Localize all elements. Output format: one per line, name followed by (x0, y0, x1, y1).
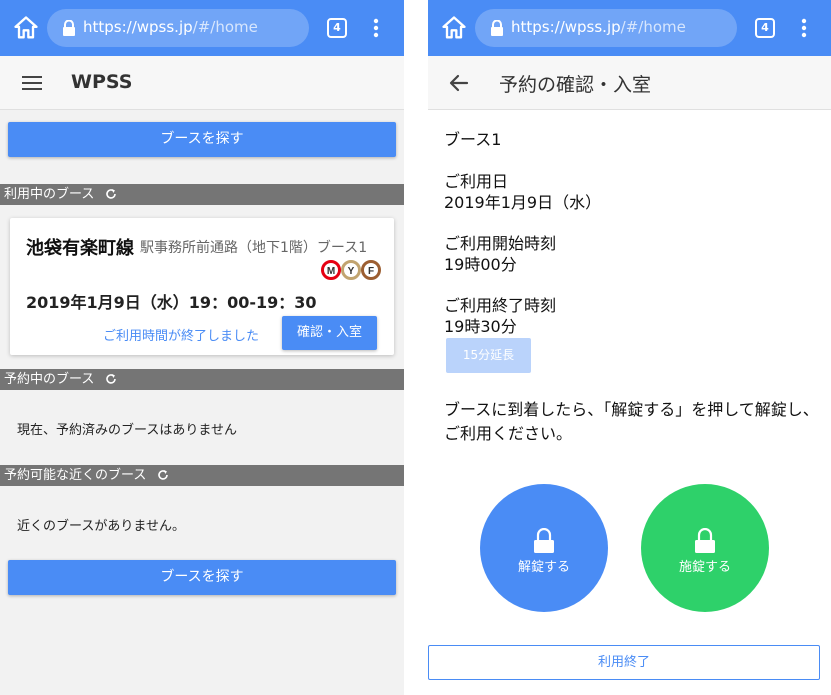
line-badge-m: M (327, 266, 335, 277)
lock-icon (63, 20, 75, 36)
refresh-icon[interactable] (105, 188, 117, 200)
nearby-empty-message: 近くのブースがありません。 (17, 519, 185, 534)
home-screen: https://wpss.jp/#/home 4 WPSS ブースを探す 利用中… (0, 0, 404, 695)
extend-15min-button[interactable]: 15分延長 (446, 338, 531, 373)
lock-icon (491, 20, 503, 36)
usage-ended-link[interactable]: ご利用時間が終了しました (103, 325, 259, 344)
detail-header: 予約の確認・入室 (428, 56, 831, 110)
line-name: 池袋有楽町線 (26, 238, 134, 259)
section-nearby: 予約可能な近くのブース (0, 465, 404, 486)
app-title: WPSS (71, 71, 133, 93)
section-reserved: 予約中のブース (0, 369, 404, 390)
hamburger-menu-icon[interactable] (22, 75, 42, 91)
refresh-icon[interactable] (157, 469, 169, 481)
booking-card: 池袋有楽町線 駅事務所前通路（地下1階）ブース1 M Y F 2019年1月9日… (10, 218, 394, 355)
browser-toolbar: https://wpss.jp/#/home 4 (0, 0, 404, 56)
back-arrow-icon[interactable] (448, 72, 470, 94)
tab-switcher-icon[interactable]: 4 (755, 18, 775, 38)
lock-button[interactable]: 施錠する (641, 484, 769, 612)
padlock-open-icon (534, 528, 554, 553)
screen-divider (404, 0, 428, 695)
more-menu-icon[interactable] (370, 16, 382, 40)
unlock-button[interactable]: 解錠する (480, 484, 608, 612)
unlock-label: 解錠する (517, 560, 570, 575)
refresh-icon[interactable] (105, 373, 117, 385)
section-nearby-label: 予約可能な近くのブース (4, 468, 147, 483)
more-menu-icon[interactable] (798, 16, 810, 40)
confirm-enter-button[interactable]: 確認・入室 (282, 316, 377, 350)
address-bar[interactable]: https://wpss.jp/#/home (475, 9, 737, 47)
booth-name: ブース1 (444, 130, 502, 149)
date-value: 2019年1月9日（水） (444, 193, 602, 212)
tab-switcher-icon[interactable]: 4 (327, 18, 347, 38)
finish-usage-button[interactable]: 利用終了 (428, 645, 820, 680)
section-in-use: 利用中のブース (0, 184, 404, 205)
unlock-instruction: ブースに到着したら、「解錠する」を押して解錠し、ご利用ください。 (444, 400, 819, 443)
page-title: 予約の確認・入室 (499, 74, 652, 96)
end-time-value: 19時30分 (444, 317, 517, 336)
find-booth-button-top[interactable]: ブースを探す (8, 122, 396, 157)
app-header: WPSS (0, 56, 404, 110)
reserved-empty-message: 現在、予約済みのブースはありません (17, 423, 237, 438)
booking-datetime: 2019年1月9日（水）19：00-19：30 (26, 293, 317, 312)
booth-location: 駅事務所前通路（地下1階）ブース1 (140, 240, 368, 256)
find-booth-button-bottom[interactable]: ブースを探す (8, 560, 396, 595)
booking-detail-screen: https://wpss.jp/#/home 4 予約の確認・入室 ブース1 ご… (428, 0, 831, 695)
url-text: https://wpss.jp/#/home (511, 18, 686, 36)
url-text: https://wpss.jp/#/home (83, 18, 258, 36)
lock-label: 施錠する (678, 560, 731, 575)
padlock-closed-icon (695, 528, 715, 553)
section-reserved-label: 予約中のブース (4, 372, 95, 387)
home-icon[interactable] (12, 14, 40, 42)
line-badge-f: F (368, 266, 374, 277)
browser-toolbar: https://wpss.jp/#/home 4 (428, 0, 831, 56)
subway-line-badges: M Y F (321, 260, 381, 280)
start-time-value: 19時00分 (444, 255, 517, 274)
address-bar[interactable]: https://wpss.jp/#/home (47, 9, 309, 47)
section-in-use-label: 利用中のブース (4, 187, 95, 202)
line-badge-y: Y (348, 266, 355, 277)
home-icon[interactable] (440, 14, 468, 42)
